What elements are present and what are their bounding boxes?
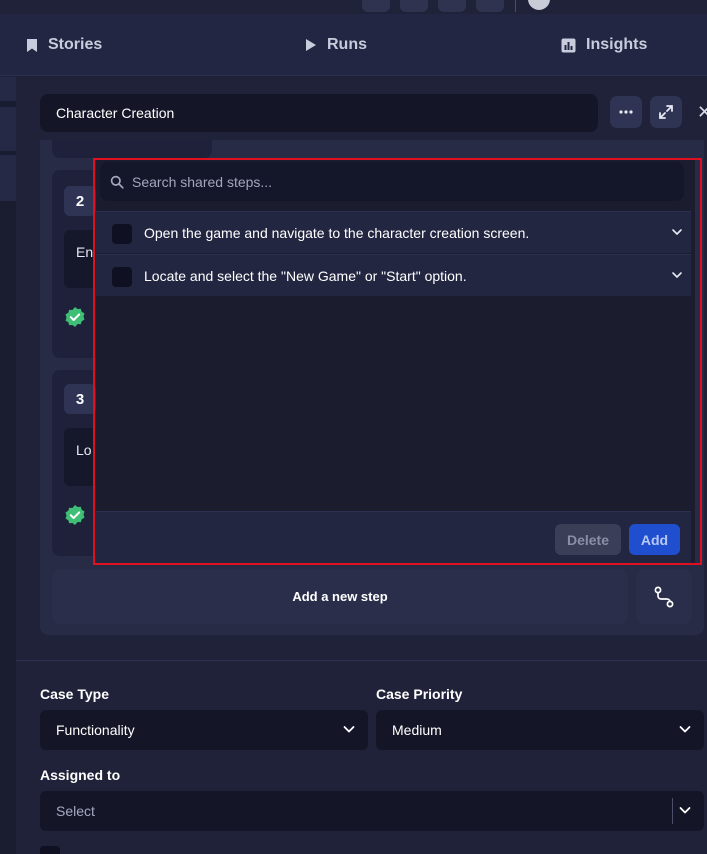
section-divider bbox=[16, 660, 707, 661]
chevron-down-icon bbox=[679, 807, 691, 814]
toolbar-icon-button[interactable] bbox=[400, 0, 428, 12]
nav-insights-label: Insights bbox=[586, 36, 648, 53]
search-icon bbox=[110, 175, 124, 189]
assigned-to-select[interactable]: Select bbox=[40, 791, 704, 831]
more-button[interactable] bbox=[610, 96, 642, 128]
toolbar-icon-button[interactable] bbox=[476, 0, 504, 12]
nav-runs[interactable]: Runs bbox=[305, 36, 367, 54]
search-placeholder: Search shared steps... bbox=[132, 173, 273, 190]
nav-insights[interactable]: Insights bbox=[561, 36, 647, 54]
check-badge-icon bbox=[65, 307, 85, 327]
expand-icon bbox=[659, 105, 673, 119]
check-badge-icon bbox=[65, 505, 85, 525]
shared-step-text: Open the game and navigate to the charac… bbox=[144, 225, 530, 241]
case-priority-label: Case Priority bbox=[376, 686, 463, 702]
route-icon bbox=[654, 586, 674, 607]
nav-stories-label: Stories bbox=[48, 36, 103, 53]
shared-steps-button[interactable] bbox=[636, 569, 692, 624]
chevron-down-icon[interactable] bbox=[671, 226, 683, 238]
checkbox[interactable] bbox=[40, 846, 60, 854]
background-list bbox=[0, 77, 16, 854]
case-priority-select[interactable]: Medium bbox=[376, 710, 704, 750]
assigned-to-label: Assigned to bbox=[40, 767, 121, 783]
assigned-to-placeholder: Select bbox=[56, 803, 95, 819]
case-title-input[interactable]: Character Creation bbox=[40, 94, 598, 132]
delete-button[interactable]: Delete bbox=[555, 524, 621, 555]
select-divider bbox=[672, 798, 673, 824]
step-card bbox=[52, 140, 212, 158]
case-type-label: Case Type bbox=[40, 686, 109, 702]
chevron-down-icon[interactable] bbox=[671, 269, 683, 281]
avatar[interactable] bbox=[528, 0, 550, 10]
case-title-value: Character Creation bbox=[56, 105, 175, 121]
nav-runs-label: Runs bbox=[327, 36, 367, 53]
toolbar-icon-button[interactable] bbox=[438, 0, 466, 12]
shared-step-text: Locate and select the "New Game" or "Sta… bbox=[144, 268, 467, 284]
ellipsis-icon bbox=[619, 110, 633, 114]
shared-step-checkbox[interactable] bbox=[112, 224, 132, 244]
shared-step-item[interactable]: Locate and select the "New Game" or "Sta… bbox=[96, 254, 691, 296]
main-nav: Stories Runs Insights bbox=[0, 14, 707, 76]
bar-chart-icon bbox=[561, 38, 576, 52]
play-icon bbox=[306, 39, 316, 51]
background-row bbox=[0, 77, 16, 101]
chevron-down-icon bbox=[343, 726, 355, 733]
case-priority-value: Medium bbox=[392, 722, 442, 738]
toolbar-icon-button[interactable] bbox=[362, 0, 390, 12]
case-type-select[interactable]: Functionality bbox=[40, 710, 368, 750]
background-row bbox=[0, 107, 16, 151]
step-number: 3 bbox=[64, 384, 96, 414]
bookmark-icon bbox=[27, 38, 37, 52]
shared-steps-search-input[interactable]: Search shared steps... bbox=[100, 162, 684, 201]
background-row bbox=[0, 155, 16, 201]
shared-step-checkbox[interactable] bbox=[112, 267, 132, 287]
shared-step-item[interactable]: Open the game and navigate to the charac… bbox=[96, 211, 691, 253]
add-new-step-label: Add a new step bbox=[292, 589, 388, 604]
chevron-down-icon bbox=[679, 726, 691, 733]
nav-stories[interactable]: Stories bbox=[26, 36, 102, 54]
toolbar-divider bbox=[515, 0, 516, 12]
top-toolbar bbox=[0, 0, 707, 14]
case-type-value: Functionality bbox=[56, 722, 135, 738]
add-button[interactable]: Add bbox=[629, 524, 680, 555]
close-icon[interactable]: ✕ bbox=[697, 102, 707, 123]
expand-button[interactable] bbox=[650, 96, 682, 128]
step-number: 2 bbox=[64, 186, 96, 216]
add-new-step-button[interactable]: Add a new step bbox=[52, 569, 628, 624]
